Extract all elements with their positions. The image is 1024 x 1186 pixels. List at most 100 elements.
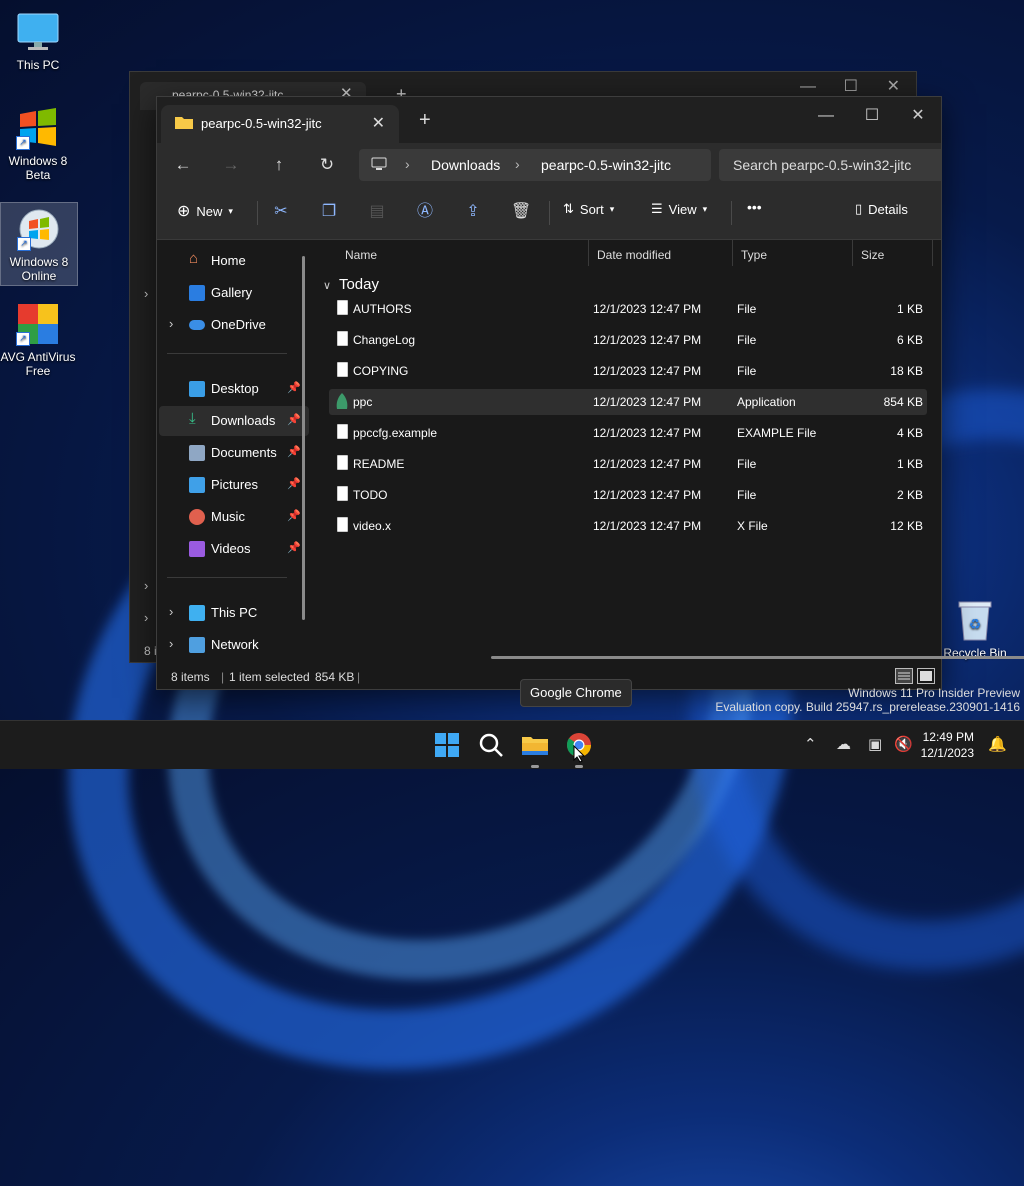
nav-item-onedrive[interactable]: › OneDrive xyxy=(159,310,309,340)
file-icon xyxy=(337,517,348,532)
chevron-right-icon[interactable]: › xyxy=(144,286,148,301)
close-button[interactable]: ✕ xyxy=(895,101,941,131)
desktop-icon-windows-8-online[interactable]: ↗ Windows 8 Online xyxy=(0,202,78,286)
file-size: 18 KB xyxy=(890,364,923,378)
column-header-date[interactable]: Date modified xyxy=(589,240,733,266)
chevron-right-icon[interactable]: › xyxy=(169,636,173,651)
file-explorer-taskbar-icon[interactable] xyxy=(519,729,551,768)
pin-icon[interactable]: 📌 xyxy=(287,381,301,394)
maximize-button[interactable]: ☐ xyxy=(849,101,895,131)
minimize-button[interactable]: — xyxy=(803,101,849,131)
up-arrow-icon[interactable]: ↑ xyxy=(265,152,293,178)
rename-icon[interactable]: Ⓐ xyxy=(415,202,435,222)
file-explorer-window[interactable]: pearpc-0.5-win32-jitc ✕ + — ☐ ✕ ← → ↑ ↻ … xyxy=(156,96,1024,690)
tiles-view-icon[interactable] xyxy=(917,668,935,687)
divider xyxy=(731,201,732,225)
title-bar[interactable]: pearpc-0.5-win32-jitc ✕ + — ☐ ✕ xyxy=(157,97,941,143)
system-clock[interactable]: 12:49 PM 12/1/2023 xyxy=(921,729,974,761)
notification-bell-icon[interactable]: 🔔 xyxy=(988,735,1007,753)
file-type: File xyxy=(737,302,757,316)
new-button[interactable]: ⊕ New ▾ xyxy=(177,201,233,221)
chevron-right-icon[interactable]: › xyxy=(169,604,173,619)
address-bar[interactable]: › Downloads › pearpc-0.5-win32-jitc xyxy=(359,149,711,181)
search-input[interactable]: Search pearpc-0.5-win32-jitc xyxy=(719,149,941,181)
column-header-size[interactable]: Size xyxy=(853,240,933,266)
column-header-name[interactable]: Name xyxy=(337,240,589,266)
minimize-icon[interactable]: — xyxy=(800,78,816,96)
nav-item-pictures[interactable]: Pictures 📌 xyxy=(159,470,309,500)
copy-icon[interactable]: ❐ xyxy=(319,202,339,222)
chevron-up-icon[interactable]: ⌃ xyxy=(804,735,817,753)
desktop-icon-windows-8-beta[interactable]: ↗ Windows 8 Beta xyxy=(0,106,76,182)
nav-scrollbar[interactable] xyxy=(302,256,305,620)
close-icon[interactable]: ✕ xyxy=(887,76,900,96)
active-tab[interactable]: pearpc-0.5-win32-jitc ✕ xyxy=(161,105,399,143)
forward-arrow-icon[interactable]: → xyxy=(217,152,245,178)
file-row[interactable]: ppccfg.example 12/1/2023 12:47 PM EXAMPL… xyxy=(329,420,927,446)
nav-item-videos[interactable]: Videos 📌 xyxy=(159,534,309,564)
pin-icon[interactable]: 📌 xyxy=(287,413,301,426)
sort-button[interactable]: ⇅ Sort ▾ xyxy=(563,201,614,217)
file-row[interactable]: COPYING 12/1/2023 12:47 PM File 18 KB xyxy=(329,358,927,384)
more-options-button[interactable]: ••• xyxy=(747,199,762,215)
desktop-icon-label: AVG AntiVirus Free xyxy=(0,350,76,378)
back-arrow-icon[interactable]: ← xyxy=(169,152,197,178)
nav-item-gallery[interactable]: Gallery xyxy=(159,278,309,308)
column-header-type[interactable]: Type xyxy=(733,240,853,266)
desktop-icon-this-pc[interactable]: This PC xyxy=(0,10,76,72)
nav-item-home[interactable]: ⌂ Home xyxy=(159,246,309,276)
nav-item-desktop[interactable]: Desktop 📌 xyxy=(159,374,309,404)
file-row[interactable]: README 12/1/2023 12:47 PM File 1 KB xyxy=(329,451,927,477)
cut-icon[interactable]: ✂ xyxy=(271,202,291,222)
pin-icon[interactable]: 📌 xyxy=(287,445,301,458)
network-icon[interactable]: ▣ xyxy=(868,735,882,753)
tab-title: pearpc-0.5-win32-jitc xyxy=(201,116,322,131)
start-button[interactable] xyxy=(431,729,463,761)
details-view-icon[interactable] xyxy=(895,668,913,687)
chevron-right-icon[interactable]: › xyxy=(144,610,148,625)
avg-logo-icon: ↗ xyxy=(16,302,60,346)
share-icon[interactable]: ⇪ xyxy=(463,202,483,222)
search-icon[interactable] xyxy=(475,729,507,761)
nav-item-network[interactable]: › Network xyxy=(159,630,309,660)
horizontal-scrollbar[interactable] xyxy=(491,656,1024,659)
group-header-today[interactable]: ∨ Today xyxy=(323,276,379,293)
view-button[interactable]: ☰ View ▾ xyxy=(651,201,707,217)
file-row[interactable]: AUTHORS 12/1/2023 12:47 PM File 1 KB xyxy=(329,296,927,322)
plus-circle-icon: ⊕ xyxy=(177,203,191,220)
refresh-icon[interactable]: ↻ xyxy=(313,152,341,178)
chevron-right-icon[interactable]: › xyxy=(144,578,148,593)
divider xyxy=(167,353,287,354)
paste-icon[interactable]: ▤ xyxy=(367,202,387,222)
delete-icon[interactable]: 🗑 xyxy=(511,202,531,222)
file-row[interactable]: ChangeLog 12/1/2023 12:47 PM File 6 KB xyxy=(329,327,927,353)
desktop-icon-avg-antivirus[interactable]: ↗ AVG AntiVirus Free xyxy=(0,302,76,378)
nav-item-music[interactable]: Music 📌 xyxy=(159,502,309,532)
mouse-cursor-icon xyxy=(573,744,586,768)
maximize-icon[interactable]: ☐ xyxy=(844,76,858,96)
nav-item-label: Downloads xyxy=(211,413,276,428)
cloud-offline-icon[interactable]: ☁ xyxy=(836,735,851,753)
chevron-right-icon[interactable]: › xyxy=(515,156,520,172)
file-row[interactable]: TODO 12/1/2023 12:47 PM File 2 KB xyxy=(329,482,927,508)
shortcut-arrow-icon: ↗ xyxy=(16,136,30,150)
file-date: 12/1/2023 12:47 PM xyxy=(593,302,702,316)
chevron-right-icon[interactable]: › xyxy=(169,316,173,331)
pin-icon[interactable]: 📌 xyxy=(287,541,301,554)
details-button[interactable]: ▯ Details xyxy=(855,201,908,217)
pin-icon[interactable]: 📌 xyxy=(287,477,301,490)
breadcrumb-downloads[interactable]: Downloads xyxy=(431,157,500,173)
file-row[interactable]: video.x 12/1/2023 12:47 PM X File 12 KB xyxy=(329,513,927,539)
nav-item-this-pc[interactable]: › This PC xyxy=(159,598,309,628)
file-size: 1 KB xyxy=(896,457,923,471)
nav-item-documents[interactable]: Documents 📌 xyxy=(159,438,309,468)
desktop-icon-recycle-bin[interactable]: ♻ Recycle Bin xyxy=(936,598,1014,660)
file-row-selected[interactable]: ppc 12/1/2023 12:47 PM Application 854 K… xyxy=(329,389,927,415)
chevron-right-icon[interactable]: › xyxy=(405,156,410,172)
close-tab-icon[interactable]: ✕ xyxy=(372,113,385,133)
nav-item-downloads[interactable]: ⤓ Downloads 📌 xyxy=(159,406,309,436)
breadcrumb-current-folder[interactable]: pearpc-0.5-win32-jitc xyxy=(541,157,671,173)
volume-muted-icon[interactable]: 🔇 xyxy=(894,735,913,753)
new-tab-button[interactable]: + xyxy=(419,109,431,132)
pin-icon[interactable]: 📌 xyxy=(287,509,301,522)
